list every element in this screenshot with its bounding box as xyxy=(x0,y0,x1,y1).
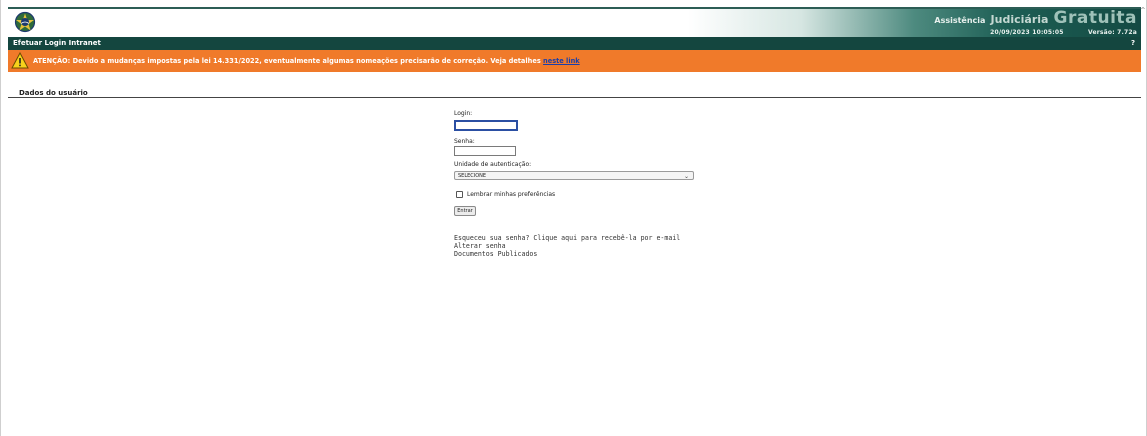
help-links: Esqueceu sua senha? Clique aqui para rec… xyxy=(454,234,680,258)
warning-banner: ATENÇÃO: Devido a mudanças impostas pela… xyxy=(8,50,1141,72)
senha-input[interactable] xyxy=(454,146,516,156)
brand-small: Assistência xyxy=(934,16,986,25)
warning-message: ATENÇÃO: Devido a mudanças impostas pela… xyxy=(33,57,541,65)
help-icon[interactable]: ? xyxy=(1131,37,1135,50)
section-title: Dados do usuário xyxy=(19,89,88,97)
published-documents-link[interactable]: Documentos Publicados xyxy=(454,250,680,258)
login-label: Login: xyxy=(454,110,473,117)
unidade-select[interactable]: SELECIONE ⌄ xyxy=(454,171,694,180)
datetime-label: 20/09/2023 10:05:05 xyxy=(990,29,1064,36)
login-input[interactable] xyxy=(454,120,518,131)
scroll-up-icon[interactable]: ^ xyxy=(1140,7,1146,17)
coat-of-arms-logo xyxy=(14,11,36,33)
warning-triangle-icon xyxy=(11,52,29,69)
brand-big: Gratuita xyxy=(1053,8,1137,28)
warning-text: ATENÇÃO: Devido a mudanças impostas pela… xyxy=(33,50,580,72)
senha-label: Senha: xyxy=(454,138,475,145)
entrar-button[interactable]: Entrar xyxy=(454,206,476,216)
forgot-password-link[interactable]: Esqueceu sua senha? Clique aqui para rec… xyxy=(454,234,680,242)
title-bar: Efetuar Login Intranet ? xyxy=(8,37,1141,50)
remember-checkbox[interactable] xyxy=(456,191,463,198)
header-banner: Assistência Judiciária Gratuita 20/09/20… xyxy=(8,7,1141,37)
page-title: Efetuar Login Intranet xyxy=(13,39,101,47)
remember-preferences[interactable]: Lembrar minhas preferências xyxy=(456,191,555,198)
unidade-selected-value: SELECIONE xyxy=(458,173,487,179)
chevron-down-icon: ⌄ xyxy=(683,173,689,180)
brand-meta: 20/09/2023 10:05:05 Versão: 7.72a xyxy=(934,29,1137,36)
page: Assistência Judiciária Gratuita 20/09/20… xyxy=(0,0,1147,436)
brand-mid: Judiciária xyxy=(990,13,1049,26)
brand-area: Assistência Judiciária Gratuita 20/09/20… xyxy=(934,8,1137,37)
version-label: Versão: 7.72a xyxy=(1087,29,1137,36)
warning-link[interactable]: neste link xyxy=(543,57,580,65)
unidade-label: Unidade de autenticação: xyxy=(454,161,532,168)
change-password-link[interactable]: Alterar senha xyxy=(454,242,680,250)
remember-label: Lembrar minhas preferências xyxy=(467,191,556,198)
section-divider xyxy=(8,97,1141,98)
brand-title: Assistência Judiciária Gratuita xyxy=(934,8,1137,28)
